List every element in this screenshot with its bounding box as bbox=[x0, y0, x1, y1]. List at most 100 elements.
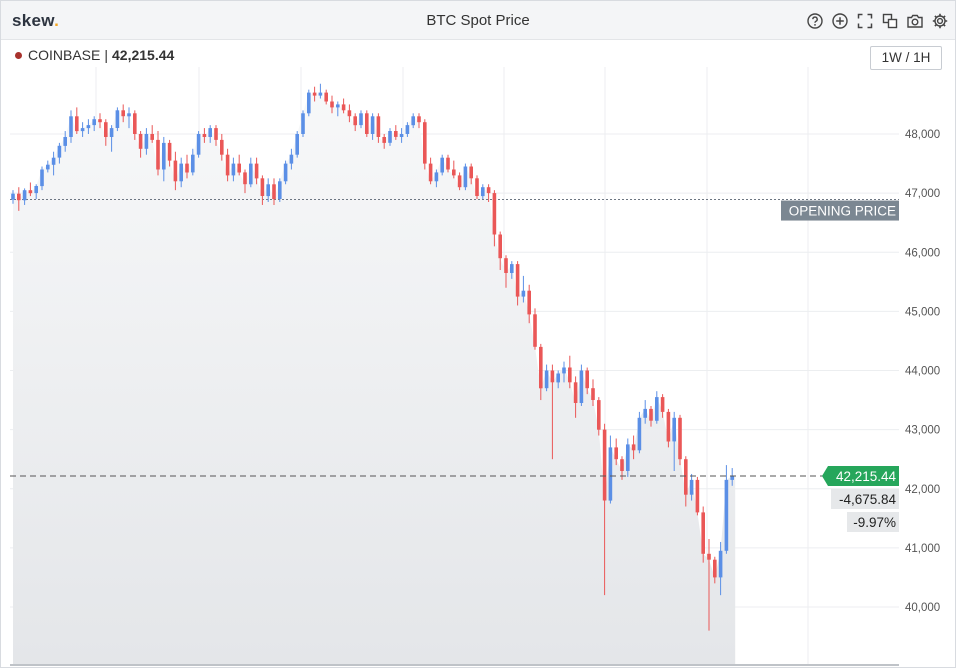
candle bbox=[446, 157, 450, 170]
candle bbox=[289, 154, 294, 164]
candle bbox=[347, 110, 352, 117]
candle bbox=[602, 429, 607, 501]
candle bbox=[11, 193, 15, 200]
candle bbox=[672, 417, 676, 442]
candle bbox=[324, 92, 328, 102]
last-price-label: 42,215.44 bbox=[836, 469, 897, 484]
candle bbox=[295, 134, 299, 155]
legend-price: 42,215.44 bbox=[112, 47, 175, 63]
candle bbox=[80, 128, 85, 132]
candle bbox=[196, 134, 201, 155]
candle bbox=[492, 193, 497, 235]
candle bbox=[481, 187, 485, 197]
candle bbox=[463, 166, 468, 188]
candle bbox=[452, 169, 456, 176]
candle bbox=[689, 479, 694, 495]
candle bbox=[69, 116, 73, 137]
candle bbox=[260, 178, 265, 196]
candle bbox=[475, 178, 479, 196]
candle bbox=[167, 142, 172, 161]
candle bbox=[626, 444, 630, 471]
candle bbox=[202, 134, 207, 137]
candle bbox=[684, 459, 688, 495]
candle bbox=[144, 134, 149, 149]
candle bbox=[388, 131, 392, 143]
candle bbox=[533, 314, 537, 347]
candle bbox=[46, 164, 50, 170]
candle bbox=[225, 154, 230, 176]
candle bbox=[92, 119, 96, 126]
candle bbox=[544, 370, 549, 389]
candle bbox=[568, 367, 572, 383]
svg-text:OPENING PRICE: OPENING PRICE bbox=[789, 204, 896, 219]
svg-text:-9.97%: -9.97% bbox=[853, 515, 896, 530]
y-tick-label: 48,000 bbox=[905, 129, 940, 141]
candle bbox=[115, 110, 120, 128]
candle bbox=[341, 104, 346, 111]
change-pct-tag: -9.97% bbox=[847, 512, 899, 533]
candle bbox=[486, 187, 491, 194]
candle bbox=[283, 163, 288, 182]
candle bbox=[504, 258, 508, 273]
candle bbox=[724, 479, 729, 551]
candle bbox=[457, 175, 462, 188]
candle bbox=[86, 125, 91, 129]
candle bbox=[411, 116, 415, 126]
candle bbox=[63, 137, 67, 146]
series-marker bbox=[15, 51, 22, 59]
candle bbox=[405, 125, 410, 134]
y-tick-label: 43,000 bbox=[905, 425, 940, 437]
candle bbox=[272, 184, 276, 200]
candle bbox=[220, 139, 224, 155]
candle bbox=[730, 476, 734, 480]
timeframe-button[interactable]: 1W / 1H bbox=[870, 46, 942, 70]
candle bbox=[57, 145, 62, 158]
y-tick-label: 40,000 bbox=[905, 602, 940, 614]
candle bbox=[573, 382, 578, 403]
candle bbox=[591, 388, 595, 400]
candle bbox=[521, 290, 526, 297]
candle bbox=[330, 101, 334, 108]
candle bbox=[666, 411, 671, 442]
candle bbox=[423, 122, 427, 164]
candle bbox=[51, 157, 56, 165]
candle bbox=[104, 122, 108, 137]
candle bbox=[678, 417, 682, 460]
opening-price-tag: OPENING PRICE bbox=[781, 200, 899, 221]
candle bbox=[359, 113, 363, 126]
candle bbox=[278, 181, 282, 199]
candle bbox=[701, 512, 705, 554]
candle bbox=[585, 370, 589, 389]
candle bbox=[22, 190, 27, 201]
candle bbox=[266, 184, 270, 197]
y-tick-label: 41,000 bbox=[905, 543, 940, 555]
candle bbox=[191, 154, 195, 173]
candle bbox=[121, 110, 125, 117]
candle bbox=[718, 550, 723, 578]
candle bbox=[376, 116, 381, 137]
y-tick-label: 45,000 bbox=[905, 306, 940, 318]
candle bbox=[249, 163, 253, 185]
candle bbox=[539, 346, 543, 389]
candle bbox=[510, 264, 514, 273]
candle bbox=[631, 444, 636, 451]
candle bbox=[713, 559, 717, 578]
candle bbox=[515, 264, 520, 297]
candle bbox=[550, 370, 555, 383]
candle bbox=[695, 479, 700, 513]
candle bbox=[527, 290, 531, 315]
candle bbox=[208, 128, 212, 137]
candle bbox=[336, 104, 340, 108]
candle bbox=[98, 119, 102, 123]
candle bbox=[428, 163, 433, 182]
candle bbox=[254, 163, 259, 179]
candle bbox=[556, 373, 560, 383]
candle bbox=[649, 408, 653, 421]
candle bbox=[498, 234, 502, 259]
candle bbox=[579, 370, 584, 403]
candle bbox=[156, 139, 160, 170]
candle bbox=[34, 186, 38, 194]
candle bbox=[214, 128, 218, 140]
candle bbox=[620, 459, 624, 471]
candle bbox=[597, 400, 601, 430]
